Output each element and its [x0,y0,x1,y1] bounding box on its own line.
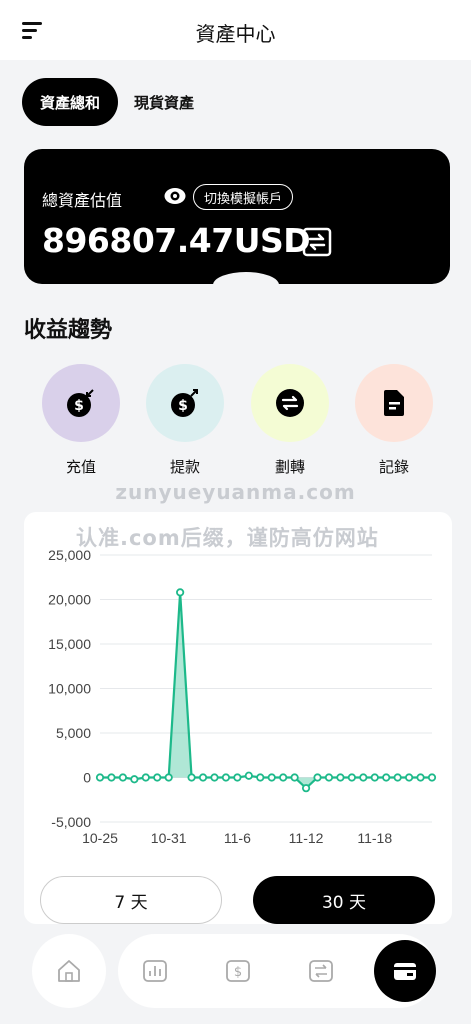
y-tick-label: 15,000 [48,636,91,652]
y-tick-label: 5,000 [56,725,91,741]
data-point [141,773,150,782]
data-point [176,588,185,597]
transfer-label: 劃轉 [274,458,305,476]
data-point [221,773,231,782]
swap-icon[interactable] [302,227,332,257]
record-icon [384,390,404,416]
transfer-button[interactable]: 劃轉 [250,364,330,477]
switch-demo-account-button[interactable]: 切換模擬帳戶 [193,184,294,210]
deposit-button[interactable]: $ 充值 [41,364,121,477]
data-point [267,773,276,782]
profit-trend-chart: 25,000 20,000 15,000 10,000 5,000 0 -5,00010-2… [48,547,437,846]
bottom-nav: $ [0,924,471,1024]
deposit-label: 充值 [65,458,96,476]
withdraw-button[interactable]: $ 提款 [145,364,225,477]
exchange-icon[interactable] [308,958,334,984]
total-asset-label: 總資產估值 [42,191,123,210]
svg-text:$: $ [74,398,84,414]
series-area [100,592,432,789]
y-tick-label: 20,000 [48,592,91,608]
data-point [416,773,425,782]
x-tick-label: 10-31 [151,830,187,846]
eye-icon[interactable] [164,187,186,205]
x-tick-label: 10-25 [82,830,118,846]
withdraw-label: 提款 [169,458,200,476]
data-point [210,773,219,782]
tab-spot-assets[interactable]: 現貨資產 [134,92,194,113]
record-circle [355,364,433,442]
data-point [95,773,105,782]
tab-total-assets[interactable]: 資產總和 [22,78,119,126]
svg-text:$: $ [234,965,242,980]
data-point [393,773,402,782]
range-7-days-button[interactable]: 7 天 [40,876,222,924]
data-point [313,773,322,782]
x-tick-label: 11-18 [357,830,392,846]
data-point [198,773,208,782]
data-point [107,773,116,782]
y-tick-label: 25,000 [48,547,91,563]
home-icon [58,960,80,982]
wallet-icon [394,963,416,980]
section-title: 收益趨勢 [24,318,113,343]
asset-tabs: 資產總和 現貨資產 [22,78,194,126]
data-point [324,773,334,782]
data-point [130,775,139,784]
data-point [382,773,391,782]
series-line [100,592,432,790]
deposit-circle: $ [42,364,120,442]
data-point [427,773,437,782]
chart-icon[interactable] [142,958,168,984]
data-point [405,773,414,782]
asset-card: 總資產估值 切換模擬帳戶 896807.47USD [24,149,450,284]
y-tick-label: 10,000 [48,681,91,697]
data-point [164,773,173,782]
y-tick-label: -5,000 [51,814,91,830]
dollar-icon[interactable]: $ [225,958,251,984]
data-point [244,771,253,780]
y-tick-label: 0 [83,770,91,786]
data-point [118,773,127,782]
transfer-circle [251,364,329,442]
data-point [301,784,311,793]
withdraw-icon: $ [171,389,198,417]
data-point [233,773,242,782]
top-bar: 資產中心 [0,0,471,60]
data-point [279,773,288,782]
total-asset-value: 896807.47USD [42,221,311,260]
nav-home[interactable] [32,934,106,1008]
data-point [347,773,356,782]
data-point [290,773,299,782]
svg-text:$: $ [178,398,188,414]
data-point [336,773,345,782]
page-title: 資產中心 [195,22,276,46]
data-point [359,773,368,782]
record-label: 記錄 [378,458,409,476]
x-tick-label: 11-6 [224,830,251,846]
withdraw-circle: $ [146,364,224,442]
data-point [153,773,162,782]
transfer-icon [276,389,304,417]
card-notch [213,272,279,298]
nav-wallet[interactable] [374,940,436,1002]
x-tick-label: 11-12 [289,830,324,846]
site-watermark: zunyueyuanma.com [115,480,356,504]
range-30-days-button[interactable]: 30 天 [253,876,435,924]
chart-card: 认准.com后缀，谨防高仿网站 25,000 20,000 15,000 10,000… [24,512,452,924]
deposit-icon: $ [67,389,94,417]
data-point [187,773,196,782]
record-button[interactable]: 記錄 [354,364,434,477]
data-point [370,773,379,782]
data-point [256,773,265,782]
